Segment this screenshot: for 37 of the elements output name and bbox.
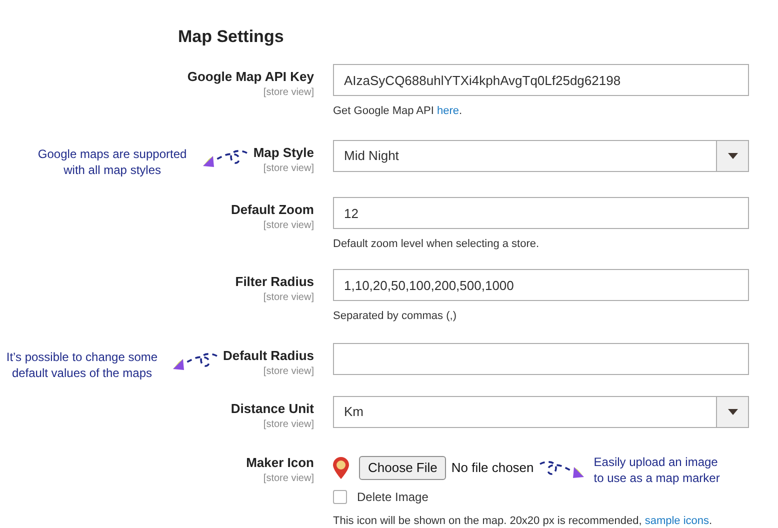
map-pin-icon [333,457,349,479]
text-field[interactable]: 12 [333,197,749,229]
scope-label: [store view] [262,291,314,305]
scope-label: [store view] [262,162,314,176]
scope-label: [store view] [262,365,314,379]
scope-label: [store view] [262,472,314,486]
help-text: This icon will be shown on the map. 20x20 px is recommended, sample icons. [333,514,714,528]
caret-icon [728,409,738,415]
select-field[interactable]: Km [333,396,749,428]
field-label: Default Radius [222,347,314,365]
help-text: Get Google Map API here. [333,104,464,119]
text-field[interactable] [333,343,749,375]
field-label: Maker Icon [246,454,314,472]
scope-label: [store view] [262,418,314,432]
scope-label: [store view] [262,219,314,233]
checkbox-label[interactable]: Delete Image [357,488,428,506]
text-field[interactable]: 1,10,20,50,100,200,500,1000 [333,269,749,301]
help-text: Separated by commas (,) [333,309,458,324]
choose-file-button[interactable]: Choose File [359,456,446,480]
help-link[interactable]: sample icons [644,515,710,527]
field-label: Filter Radius [235,273,314,291]
scope-label: [store view] [262,86,314,100]
field-label: Map Style [253,144,314,162]
file-status-text: No file chosen [451,459,534,478]
callout-text: Google maps are supported with all map styles [36,146,188,178]
select-field[interactable]: Mid Night [333,140,749,172]
callout-text: Easily upload an image to use as a map marker [594,454,721,486]
help-text: Default zoom level when selecting a store. [333,237,540,252]
field-label: Google Map API Key [187,68,314,86]
checkbox[interactable] [333,490,347,504]
field-label: Distance Unit [230,400,314,418]
section-title: Map Settings [177,26,285,48]
caret-icon [728,153,738,159]
help-link[interactable]: here [436,105,459,117]
callout-text: It’s possible to change some default values of the maps [5,349,159,381]
text-field[interactable]: AIzaSyCQ688uhlYTXi4kphAvgTq0Lf25dg62198 [333,64,749,96]
field-label: Default Zoom [230,201,314,219]
